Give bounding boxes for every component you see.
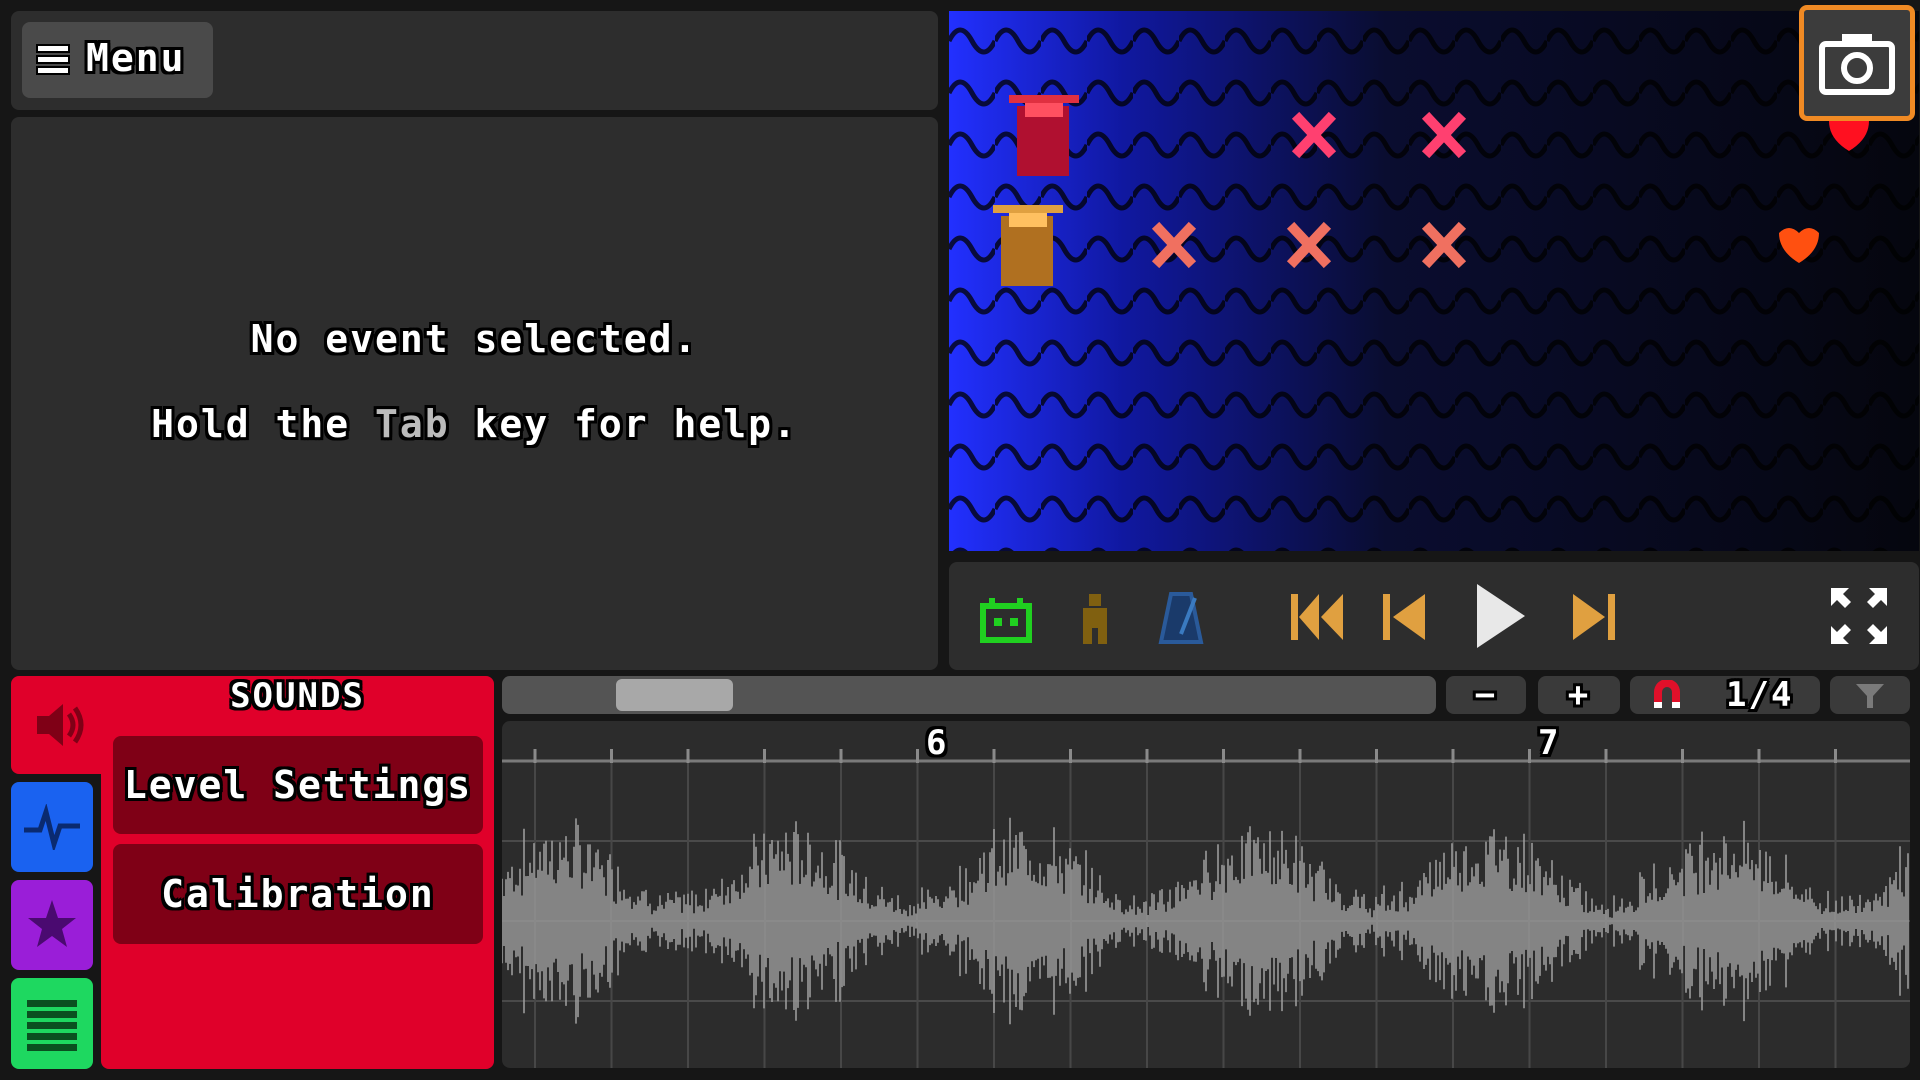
timeline-scrollbar[interactable] [502,676,1436,714]
sounds-title: SOUNDS [230,676,365,716]
zoom-in-label: + [1567,675,1591,715]
zoom-out-button[interactable]: − [1446,676,1526,714]
character-icon[interactable] [1075,592,1115,646]
help-prefix: Hold the [151,402,375,446]
snap-control[interactable]: 1/4 [1630,676,1820,714]
previous-icon[interactable] [1381,592,1429,642]
calibration-button[interactable]: Calibration [113,844,483,944]
preview-scene [949,11,1919,551]
robot-icon[interactable] [979,596,1033,644]
tab-sounds[interactable] [11,676,106,774]
menu-bar: Menu [11,11,938,110]
rooms-icon [27,1000,77,1051]
star-icon [28,900,76,947]
timeline[interactable]: 6 7 [502,721,1910,1068]
gold-character [993,205,1063,286]
menu-button[interactable]: Menu [22,22,213,98]
event-inspector-panel: No event selected. Hold the Tab key for … [11,117,938,670]
metronome-icon[interactable] [1157,590,1205,646]
no-event-message: No event selected. [250,317,699,361]
skip-to-end-icon[interactable] [1569,592,1617,642]
level-settings-button[interactable]: Level Settings [113,736,483,834]
tab-vfx[interactable] [11,880,93,970]
filter-button[interactable] [1830,676,1910,714]
timeline-grid [502,749,1910,1068]
menu-label: Menu [86,36,186,80]
play-icon[interactable] [1473,582,1529,650]
bar-label-6: 6 [926,723,949,763]
help-suffix: key for help. [449,402,798,446]
skip-to-start-icon[interactable] [1289,592,1345,642]
bar-label-7: 7 [1538,723,1561,763]
red-character [1009,95,1079,176]
magnet-icon [1654,680,1680,708]
help-hint: Hold the Tab key for help. [11,402,938,446]
help-key: Tab [374,402,450,446]
transport-bar [949,562,1919,670]
filter-icon [1856,684,1884,708]
hamburger-icon [38,46,68,74]
scrollbar-thumb[interactable] [616,679,733,711]
zoom-in-button[interactable]: + [1538,676,1620,714]
snap-value: 1/4 [1726,675,1794,715]
fullscreen-icon[interactable] [1829,586,1889,646]
camera-icon [1819,34,1895,95]
heartbeat-icon [24,804,80,850]
screenshot-button[interactable] [1799,5,1915,121]
speaker-icon [37,704,84,746]
tab-rooms[interactable] [11,978,93,1069]
tab-rows[interactable] [11,782,93,872]
game-preview[interactable] [949,11,1919,551]
sounds-panel: SOUNDS Level Settings Calibration [101,676,494,1069]
zoom-out-label: − [1474,675,1498,715]
